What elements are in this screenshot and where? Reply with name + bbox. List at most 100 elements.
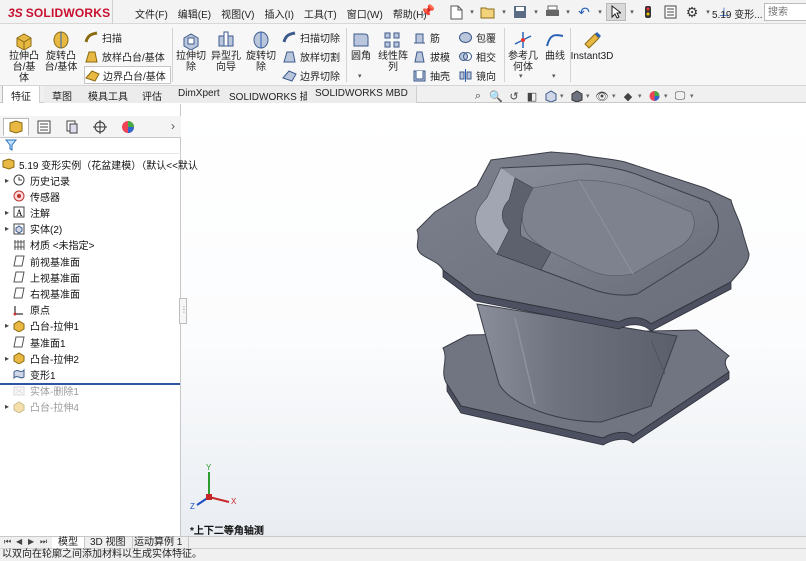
- feature-tree-filter[interactable]: [0, 138, 181, 154]
- expand-arrow-icon[interactable]: ▸: [2, 208, 12, 217]
- wrap-button[interactable]: 包覆: [458, 28, 496, 46]
- reference-geometry-button[interactable]: 参考几 何体: [506, 30, 540, 73]
- search-input[interactable]: [764, 3, 806, 21]
- open-icon[interactable]: [478, 3, 498, 21]
- print-icon[interactable]: [542, 3, 562, 21]
- dimxpertmanager-tab[interactable]: [87, 118, 113, 136]
- first-tab-icon[interactable]: ⏮: [4, 537, 11, 547]
- chevron-down-icon[interactable]: ▾: [664, 92, 670, 100]
- view-settings-icon[interactable]: 🖵: [672, 89, 688, 103]
- swept-cut-button[interactable]: 扫描切除: [282, 28, 340, 46]
- loft-boss-button[interactable]: 放样凸台/基体: [84, 47, 165, 65]
- menu-insert[interactable]: 插入(I): [259, 4, 298, 23]
- chevron-down-icon[interactable]: ▾: [586, 92, 592, 100]
- revolved-cut-button[interactable]: 旋转切 除: [244, 30, 278, 73]
- zoom-to-fit-icon[interactable]: ⌕: [470, 89, 486, 103]
- tab-features[interactable]: 特征: [2, 86, 40, 103]
- boundary-cut-button[interactable]: 边界切除: [282, 66, 340, 84]
- view-orientation-icon[interactable]: [542, 89, 558, 103]
- previous-tab-icon[interactable]: ◀: [16, 537, 22, 546]
- expand-arrow-icon[interactable]: ▸: [2, 176, 12, 185]
- fillet-button[interactable]: 圆角: [348, 30, 374, 62]
- shell-button[interactable]: 抽壳: [412, 66, 450, 84]
- last-tab-icon[interactable]: ⏭: [40, 537, 47, 547]
- chevron-down-icon[interactable]: ▾: [552, 72, 556, 80]
- curves-button[interactable]: 曲线: [542, 30, 568, 62]
- rollback-bar[interactable]: [0, 383, 180, 385]
- next-tab-icon[interactable]: ▶: [28, 537, 34, 546]
- extruded-boss-button[interactable]: 拉伸凸 台/基体: [8, 30, 40, 84]
- undo-icon[interactable]: ↶: [574, 3, 594, 21]
- chevron-down-icon[interactable]: ▾: [564, 8, 572, 16]
- chevron-down-icon[interactable]: ▾: [468, 8, 476, 16]
- graphics-area[interactable]: Y X Z: [181, 104, 806, 536]
- configurationmanager-tab[interactable]: [59, 118, 85, 136]
- tree-item[interactable]: ▸ 实体(2): [0, 221, 181, 237]
- solidworks-logo[interactable]: 3S SOLIDWORKS: [8, 5, 110, 21]
- tree-item[interactable]: 变形1: [0, 366, 181, 382]
- panel-splitter-handle[interactable]: ⋮: [179, 298, 188, 324]
- save-icon[interactable]: [510, 3, 530, 21]
- expand-arrow-icon[interactable]: ▸: [2, 354, 12, 363]
- chevron-down-icon[interactable]: ▾: [519, 72, 523, 80]
- featuremanager-tab[interactable]: [3, 118, 29, 136]
- menu-window[interactable]: 窗口(W): [342, 4, 388, 23]
- tab-solidworks-mbd[interactable]: SOLIDWORKS MBD: [307, 86, 417, 103]
- chevron-right-icon[interactable]: ›: [171, 119, 175, 133]
- chevron-down-icon[interactable]: ▾: [612, 92, 618, 100]
- chevron-down-icon[interactable]: ▾: [628, 8, 636, 16]
- chevron-down-icon[interactable]: ▾: [596, 8, 604, 16]
- chevron-down-icon[interactable]: ▾: [560, 92, 566, 100]
- tree-item[interactable]: 基准面1: [0, 334, 181, 350]
- lofted-cut-button[interactable]: 放样切割: [282, 47, 340, 65]
- new-document-icon[interactable]: [446, 3, 466, 21]
- tree-item[interactable]: 原点: [0, 302, 181, 318]
- select-arrow-icon[interactable]: [606, 3, 626, 21]
- chevron-down-icon[interactable]: ▾: [704, 8, 712, 16]
- menu-edit[interactable]: 编辑(E): [173, 4, 216, 23]
- tab-evaluate[interactable]: 评估: [134, 86, 171, 103]
- menu-file[interactable]: 文件(F): [130, 4, 173, 23]
- tree-root-part[interactable]: 5.19 变形实例（花盆建模）（默认<<默认: [0, 156, 198, 172]
- tab-dimxpert[interactable]: DimXpert: [170, 86, 229, 103]
- menu-view[interactable]: 视图(V): [216, 4, 259, 23]
- chevron-down-icon[interactable]: ▾: [638, 92, 644, 100]
- draft-button[interactable]: 拔模: [412, 47, 450, 65]
- menu-tools[interactable]: 工具(T): [299, 4, 342, 23]
- tree-item[interactable]: ▸ A 注解: [0, 204, 181, 220]
- expand-arrow-icon[interactable]: ▸: [2, 321, 12, 330]
- filter-icon[interactable]: [4, 139, 18, 154]
- boundary-boss-button[interactable]: 边界凸台/基体: [84, 66, 171, 84]
- tree-item[interactable]: 上视基准面: [0, 269, 181, 285]
- extruded-cut-button[interactable]: 拉伸切 除: [174, 30, 208, 73]
- tree-item[interactable]: ▸ 凸台-拉伸4: [0, 399, 181, 415]
- hole-wizard-button[interactable]: 异型孔 向导: [208, 30, 244, 73]
- chevron-down-icon[interactable]: ▾: [500, 8, 508, 16]
- apply-scene-icon[interactable]: [646, 89, 662, 103]
- revolved-boss-button[interactable]: 旋转凸 台/基体: [44, 30, 78, 73]
- tab-sketch[interactable]: 草图: [44, 86, 81, 103]
- display-style-icon[interactable]: [568, 89, 584, 103]
- section-view-icon[interactable]: ◧: [524, 89, 540, 103]
- expand-arrow-icon[interactable]: ▸: [2, 402, 12, 411]
- options-icon[interactable]: ⚙: [682, 3, 702, 21]
- linear-pattern-button[interactable]: 线性阵 列: [376, 30, 410, 73]
- tree-item[interactable]: ▸ 历史记录: [0, 172, 181, 188]
- tree-item[interactable]: 传感器: [0, 188, 181, 204]
- chevron-down-icon[interactable]: ▾: [358, 72, 362, 80]
- chevron-down-icon[interactable]: ▾: [532, 8, 540, 16]
- tree-item[interactable]: 材质 <未指定>: [0, 237, 181, 253]
- tab-mold-tools[interactable]: 模具工具: [80, 86, 137, 103]
- flowerpot-model[interactable]: Y X Z: [181, 104, 806, 536]
- displaymanager-tab[interactable]: [115, 118, 141, 136]
- chevron-down-icon[interactable]: ▾: [690, 92, 696, 100]
- rebuild-icon[interactable]: [638, 3, 658, 21]
- previous-view-icon[interactable]: ↺: [506, 89, 522, 103]
- pushpin-icon[interactable]: 📌: [420, 4, 435, 18]
- zoom-to-area-icon[interactable]: 🔍: [488, 89, 504, 103]
- instant3d-button[interactable]: Instant3D: [571, 30, 613, 62]
- tree-item[interactable]: 前视基准面: [0, 253, 181, 269]
- propertymanager-tab[interactable]: [31, 118, 57, 136]
- rib-button[interactable]: 筋: [412, 28, 440, 46]
- mirror-button[interactable]: 镜向: [458, 66, 496, 84]
